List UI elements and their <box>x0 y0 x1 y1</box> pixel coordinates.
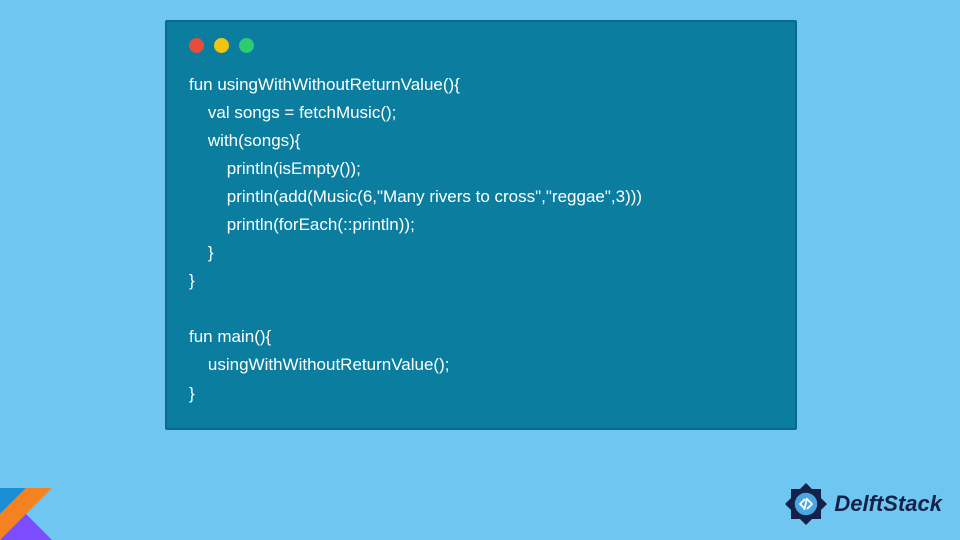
code-block: fun usingWithWithoutReturnValue(){ val s… <box>189 71 773 408</box>
maximize-icon <box>239 38 254 53</box>
kotlin-logo-icon <box>0 488 52 540</box>
code-line: fun usingWithWithoutReturnValue(){ <box>189 75 460 94</box>
delftstack-emblem-icon <box>782 480 830 528</box>
brand-name: DelftStack <box>834 491 942 517</box>
code-line: fun main(){ <box>189 327 271 346</box>
code-line: val songs = fetchMusic(); <box>189 103 396 122</box>
code-line: } <box>189 271 195 290</box>
minimize-icon <box>214 38 229 53</box>
code-line: } <box>189 384 195 403</box>
window-traffic-lights <box>189 38 773 53</box>
code-line: } <box>189 243 214 262</box>
delftstack-brand: DelftStack <box>782 480 942 528</box>
code-line: usingWithWithoutReturnValue(); <box>189 355 449 374</box>
code-line: println(add(Music(6,"Many rivers to cros… <box>189 187 642 206</box>
code-line: println(isEmpty()); <box>189 159 361 178</box>
code-window: fun usingWithWithoutReturnValue(){ val s… <box>165 20 797 430</box>
code-line: println(forEach(::println)); <box>189 215 415 234</box>
close-icon <box>189 38 204 53</box>
code-line: with(songs){ <box>189 131 301 150</box>
